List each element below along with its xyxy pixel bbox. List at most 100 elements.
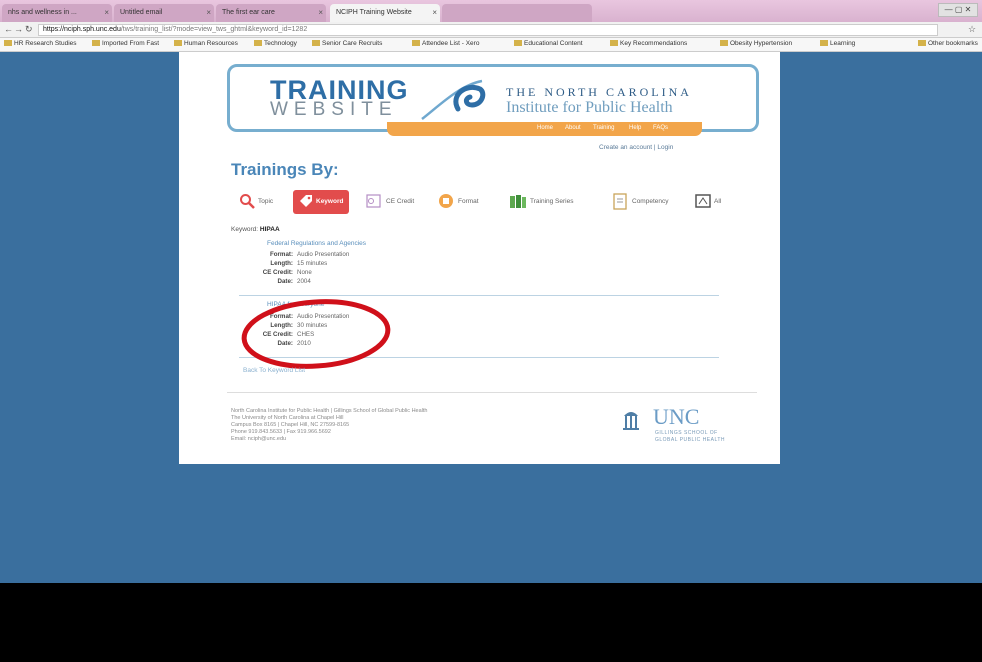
bookmark-label: Educational Content [524,40,583,47]
bookmark-item[interactable]: Educational Content [514,40,583,47]
filter-keyword[interactable]: Keyword [293,190,350,214]
bookmark-item[interactable]: Imported From Fast [92,40,159,47]
institute-name-line2: Institute for Public Health [506,99,673,116]
bookmark-item[interactable]: Technology [254,40,297,47]
bookmark-item[interactable]: Attendee List - Xero [412,40,479,47]
folder-icon [514,40,522,46]
logo-website-text[interactable]: WEBSITE [270,100,398,119]
folder-icon [254,40,262,46]
nav-faqs[interactable]: FAQs [653,125,668,131]
web-page: TRAINING WEBSITE THE NORTH CAROLINA Inst… [179,52,780,464]
folder-icon [720,40,728,46]
result-field: Date: 2004 [235,278,455,285]
nav-training[interactable]: Training [593,125,614,131]
unc-subtitle: GILLINGS SCHOOL OF [655,430,718,436]
keyword-label: Keyword: [231,226,259,233]
browser-tab-active[interactable]: NCIPH Training Website × [330,4,440,22]
reload-icon[interactable]: ↻ [25,24,33,35]
window-controls[interactable]: — ▢ ✕ [938,3,978,17]
tab-label: The first ear care [222,9,275,16]
field-key: Length: [270,260,293,267]
bookmark-item[interactable]: Obesity Hypertension [720,40,792,47]
filter-label: Topic [258,198,274,205]
filter-label: Competency [632,198,669,205]
unc-logo-text[interactable]: UNC [653,404,699,430]
bookmark-label: HR Research Studies [14,40,77,47]
browser-tab[interactable]: nhs and wellness in ... × [2,4,112,22]
tab-label: NCIPH Training Website [336,9,412,16]
folder-icon [820,40,828,46]
footer-divider [227,392,757,393]
browser-tab[interactable]: Untitled email × [114,4,214,22]
certificate-icon [366,194,381,208]
bookmark-label: Imported From Fast [102,40,160,47]
filter-label: Keyword [316,198,344,205]
bookmark-item[interactable]: Human Resources [174,40,238,47]
url-field[interactable]: https://nciph.sph.unc.edu/tws/training_l… [38,24,938,36]
filter-all[interactable]: All [695,190,721,214]
bookmarks-bar: HR Research Studies Imported From Fast H… [0,38,982,52]
bookmark-item[interactable]: Other bookmarks [918,40,978,47]
bookmark-item[interactable]: Learning [820,40,855,47]
footer-email-link[interactable]: Email: nciph@unc.edu [231,436,286,442]
close-icon[interactable]: × [206,8,211,17]
bookmark-label: Other bookmarks [928,40,978,47]
close-icon[interactable]: × [432,8,437,17]
filter-training-series[interactable]: Training Series [509,190,573,214]
bookmark-item[interactable]: Key Recommendations [610,40,687,47]
tab-label: nhs and wellness in ... [8,9,77,16]
filter-label: Training Series [530,198,574,205]
account-link[interactable]: Create an account | Login [599,144,673,151]
all-icon [695,194,711,209]
keyword-value: HIPAA [259,226,280,233]
keyword-line: Keyword: HIPAA [231,226,280,233]
folder-icon [174,40,182,46]
nav-help[interactable]: Help [629,125,641,131]
filter-topic[interactable]: Topic [239,190,273,214]
filter-label: CE Credit [386,198,415,205]
browser-tab-bar: nhs and wellness in ... × Untitled email ×… [0,0,982,22]
footer-line: The University of North Carolina at Chap… [231,415,344,421]
bookmark-item[interactable]: HR Research Studies [4,40,77,47]
filter-competency[interactable]: Competency [611,190,669,214]
footer-line: Phone 919.843.5633 | Fax 919.966.5692 [231,429,331,435]
close-icon[interactable]: × [104,8,109,17]
nav-home[interactable]: Home [537,125,553,131]
star-icon[interactable]: ☆ [968,24,976,35]
folder-icon [610,40,618,46]
folder-icon [918,40,926,46]
unc-subtitle: GLOBAL PUBLIC HEALTH [655,437,726,443]
result-field: CE Credit: None [235,269,455,276]
close-icon[interactable]: × [318,8,323,17]
result-title-link[interactable]: Federal Regulations and Agencies [267,240,366,247]
field-value: 2004 [297,278,311,285]
clipboard-icon [613,193,627,210]
back-to-keyword-list-link[interactable]: Back To Keyword List [243,367,305,374]
filter-format[interactable]: Format [437,190,479,214]
tag-icon [300,195,312,208]
filter-ce-credit[interactable]: CE Credit [365,190,414,214]
footer-line: Campus Box 8165 | Chapel Hill, NC 27599-… [231,422,350,428]
field-key: Format: [269,251,293,258]
folder-icon [412,40,420,46]
bookmark-label: Senior Care Recruits [322,40,383,47]
field-value: None [297,269,312,276]
logo-training-text[interactable]: TRAINING [270,77,409,104]
result-field: Format: Audio Presentation [235,251,455,258]
url-host: https://nciph.sph.unc.edu [43,26,121,33]
browser-tab[interactable] [442,4,592,22]
institute-name-line1: THE NORTH CAROLINA [506,85,692,99]
forward-icon[interactable]: → [14,24,23,34]
nav-about[interactable]: About [565,125,581,131]
bookmark-label: Obesity Hypertension [730,40,793,47]
wave-logo-icon [421,79,486,120]
field-key: Date: [277,278,293,285]
address-bar-row: ← → ↻ https://nciph.sph.unc.edu/tws/trai… [0,22,982,38]
browser-tab[interactable]: The first ear care × [216,4,326,22]
back-icon[interactable]: ← [4,24,13,34]
bookmark-label: Key Recommendations [620,40,688,47]
format-icon [439,194,453,209]
filter-label: Format [458,198,479,205]
bookmark-item[interactable]: Senior Care Recruits [312,40,382,47]
books-icon [510,195,526,209]
